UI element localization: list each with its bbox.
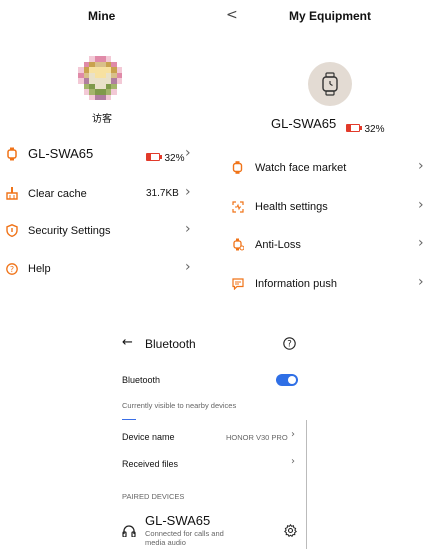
received-files-row[interactable]: Received files › bbox=[122, 455, 302, 473]
battery-icon bbox=[346, 123, 362, 132]
battery-icon bbox=[146, 152, 162, 161]
bluetooth-back-button[interactable]: ← bbox=[122, 335, 133, 350]
battery-percent: 32% bbox=[164, 153, 185, 164]
avatar-mosaic-image bbox=[78, 56, 122, 100]
paired-device-subtitle: Connected for calls and media audio bbox=[145, 529, 224, 547]
avatar[interactable] bbox=[78, 56, 122, 100]
help-label: Help bbox=[28, 263, 51, 275]
chevron-right-icon: › bbox=[185, 145, 191, 161]
anti-loss-icon bbox=[232, 238, 245, 256]
chevron-right-icon: › bbox=[418, 235, 424, 251]
security-settings-row[interactable]: Security Settings › bbox=[0, 219, 200, 243]
chevron-right-icon: › bbox=[185, 259, 191, 275]
bluetooth-toggle-label: Bluetooth bbox=[122, 375, 161, 385]
watch-icon bbox=[322, 72, 338, 96]
watch-face-icon bbox=[232, 161, 243, 179]
help-icon: ? bbox=[6, 262, 18, 280]
anti-loss-row[interactable]: Anti-Loss › bbox=[228, 234, 427, 256]
watch-icon bbox=[6, 147, 18, 166]
chevron-right-icon: › bbox=[291, 429, 295, 440]
mine-device-row[interactable]: GL-SWA65 32% › bbox=[0, 143, 200, 169]
received-files-label: Received files bbox=[122, 459, 179, 469]
chevron-right-icon: › bbox=[418, 274, 424, 290]
cache-size: 31.7KB bbox=[146, 188, 179, 199]
device-image bbox=[308, 62, 352, 106]
watch-face-market-row[interactable]: Watch face market › bbox=[228, 157, 427, 179]
health-settings-label: Health settings bbox=[255, 201, 328, 213]
message-icon bbox=[232, 277, 244, 295]
clear-cache-row[interactable]: Clear cache 31.7KB › bbox=[0, 182, 200, 206]
watch-face-market-label: Watch face market bbox=[255, 162, 347, 174]
clear-cache-label: Clear cache bbox=[28, 188, 87, 200]
help-row[interactable]: ? Help › bbox=[0, 257, 200, 281]
headphones-icon bbox=[122, 524, 136, 542]
back-button[interactable]: < bbox=[226, 7, 238, 23]
information-push-label: Information push bbox=[255, 278, 337, 290]
gear-icon[interactable] bbox=[284, 523, 297, 542]
device-name-value: HONOR V30 PRO bbox=[226, 433, 288, 442]
divider bbox=[122, 419, 136, 420]
security-settings-label: Security Settings bbox=[28, 225, 111, 237]
help-icon[interactable]: ? bbox=[283, 337, 296, 355]
username: 访客 bbox=[92, 114, 112, 125]
chevron-right-icon: › bbox=[418, 158, 424, 174]
bluetooth-toggle[interactable] bbox=[276, 374, 298, 386]
avatar-pixel bbox=[116, 94, 122, 100]
paired-device-name: GL-SWA65 bbox=[145, 513, 211, 528]
chevron-right-icon: › bbox=[291, 456, 295, 467]
paired-device-row[interactable]: GL-SWA65 Connected for calls and media a… bbox=[122, 512, 302, 549]
equipment-device-name: GL-SWA65 bbox=[271, 116, 337, 131]
shield-icon bbox=[6, 224, 18, 242]
chevron-right-icon: › bbox=[185, 221, 191, 237]
mine-device-label: GL-SWA65 bbox=[28, 146, 94, 161]
help-glyph: ? bbox=[287, 340, 292, 350]
health-settings-row[interactable]: Health settings › bbox=[228, 196, 427, 218]
equipment-title: My Equipment bbox=[289, 9, 372, 23]
equipment-battery: 32% bbox=[346, 119, 384, 137]
device-name-row[interactable]: Device name HONOR V30 PRO › bbox=[122, 428, 302, 446]
battery-percent: 32% bbox=[364, 124, 385, 135]
health-scan-icon bbox=[232, 200, 244, 218]
information-push-row[interactable]: Information push › bbox=[228, 273, 427, 295]
paired-devices-header: PAIRED DEVICES bbox=[122, 492, 185, 501]
bluetooth-title: Bluetooth bbox=[145, 337, 196, 351]
panel-edge-line bbox=[306, 420, 307, 549]
mine-device-battery: 32% bbox=[146, 148, 184, 166]
anti-loss-label: Anti-Loss bbox=[255, 239, 301, 251]
mine-title: Mine bbox=[88, 9, 116, 23]
chevron-right-icon: › bbox=[185, 184, 191, 200]
svg-text:?: ? bbox=[10, 265, 14, 274]
clear-cache-icon bbox=[6, 187, 18, 205]
device-name-label: Device name bbox=[122, 432, 175, 442]
chevron-right-icon: › bbox=[418, 197, 424, 213]
visibility-note: Currently visible to nearby devices bbox=[122, 401, 237, 410]
